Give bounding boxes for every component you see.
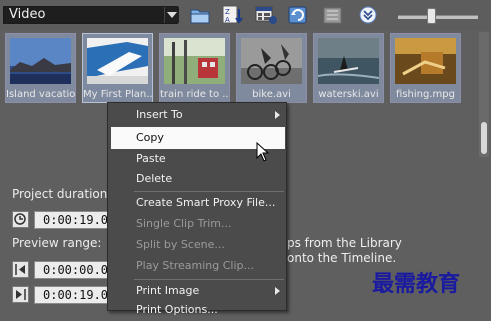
folder-open-icon[interactable] [188,5,212,25]
hint-text-line1: ps from the Library [287,236,402,250]
clip-caption: waterski.avi [318,89,379,100]
menu-item-delete[interactable]: Delete [108,168,286,190]
view-options-icon[interactable] [254,5,278,25]
menu-item-label: Print Options... [136,303,218,316]
menu-item-label: Delete [136,172,173,185]
preview-start-field[interactable]: 0:00:00.0 [34,261,110,279]
library-clip[interactable]: train ride to ... [159,33,230,103]
chevron-right-icon [275,111,280,119]
clip-caption: Island vacation [6,89,75,100]
clip-thumbnail [164,38,225,84]
preview-range-label: Preview range: [12,236,102,250]
clip-thumbnail [87,38,148,84]
menu-item-print-options[interactable]: Print Options... [108,299,286,321]
chevron-down-icon[interactable] [164,7,179,23]
folder-combo[interactable]: Video [3,6,179,24]
project-duration-label: Project duration: [12,187,112,201]
clip-thumbnail [10,38,71,84]
menu-item-insert-to[interactable]: Insert To [108,104,286,126]
library-scrollbar-thumb[interactable] [481,122,487,154]
hint-text-line2: onto the Timeline. [287,251,397,265]
library-clip[interactable]: waterski.avi [313,33,384,103]
menu-item-single-clip-trim[interactable]: Single Clip Trim... [108,213,286,235]
menu-item-create-smart-proxy[interactable]: Create Smart Proxy File... [108,192,286,214]
menu-item-play-streaming-clip[interactable]: Play Streaming Clip... [108,255,286,277]
clip-thumbnail [395,38,456,84]
project-duration-field[interactable]: 0:00:19.0 [34,211,110,229]
clip-thumbnail [317,38,380,84]
library-clip[interactable]: bike.avi [236,33,307,103]
archive-icon[interactable] [321,5,345,25]
expand-icon[interactable] [357,5,381,25]
clock-icon[interactable] [12,211,29,228]
clip-caption: train ride to ... [160,89,229,100]
library-clip[interactable]: My First Plan... [82,33,153,103]
folder-combo-value: Video [9,7,46,22]
svg-text:A: A [225,16,230,24]
menu-item-label: Create Smart Proxy File... [136,196,276,209]
clip-caption: fishing.mpg [396,89,455,100]
library-toolbar: Video ZA [0,0,491,30]
menu-item-label: Insert To [136,108,183,121]
mouse-cursor-icon [256,141,270,165]
chevron-right-icon [275,287,280,295]
menu-item-label: Split by Scene... [136,238,225,251]
library-clip[interactable]: fishing.mpg [390,33,461,103]
zoom-slider-track[interactable] [398,15,478,19]
context-menu: Insert To Copy Paste Delete Create Smart… [107,102,287,316]
mark-out-icon[interactable] [12,286,29,303]
menu-item-split-by-scene[interactable]: Split by Scene... [108,234,286,256]
sort-icon[interactable]: ZA [221,5,245,25]
library-clip[interactable]: Island vacation [5,33,76,103]
menu-item-label: Single Clip Trim... [136,217,232,230]
menu-item-label: Paste [136,152,166,165]
zoom-slider-thumb[interactable] [427,8,436,24]
menu-item-label: Play Streaming Clip... [136,259,255,272]
menu-item-label: Copy [136,131,164,144]
clip-caption: My First Plan... [83,89,152,100]
refresh-icon[interactable] [287,5,311,25]
clip-caption: bike.avi [252,89,291,100]
menu-item-label: Print Image [136,284,200,297]
svg-text:Z: Z [225,8,230,16]
preview-end-field[interactable]: 0:00:19.0 [34,286,110,304]
mark-in-icon[interactable] [12,261,29,278]
clip-thumbnail [241,38,302,84]
watermark: 最需教育 [372,271,461,297]
